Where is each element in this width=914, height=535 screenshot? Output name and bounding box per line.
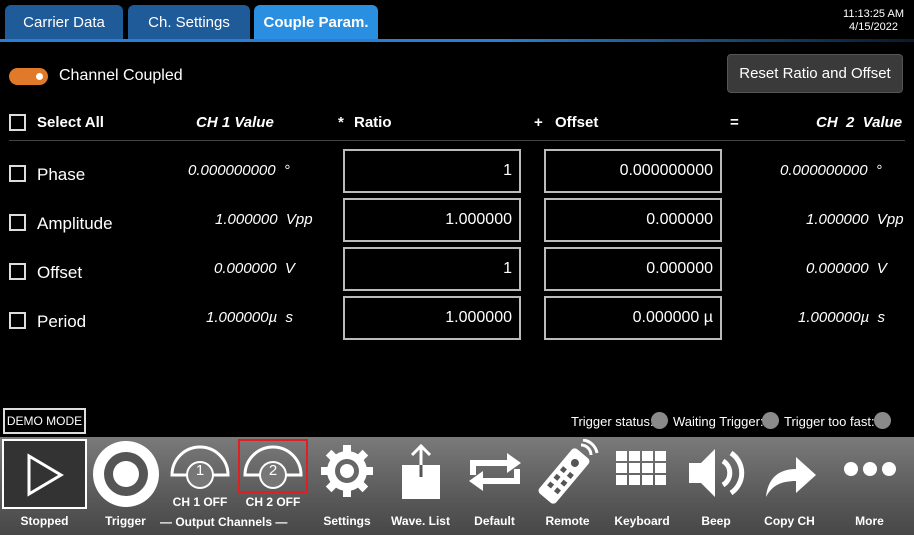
amplitude-offset-input[interactable]: 0.000000 <box>544 198 722 242</box>
default-label: Default <box>474 514 515 528</box>
tab-underline <box>0 39 914 42</box>
play-icon <box>27 453 64 497</box>
ch2-off-label: CH 2 OFF <box>245 495 301 509</box>
trigger-label: Trigger <box>105 514 146 528</box>
equals-sign: = <box>730 114 739 131</box>
amplitude-label: Amplitude <box>37 214 113 233</box>
trigger-too-fast-label: Trigger too fast: <box>784 414 875 429</box>
share-arrow-icon <box>765 457 816 497</box>
waiting-trigger-label: Waiting Trigger: <box>673 414 764 429</box>
offset-label: Offset <box>37 263 83 282</box>
reset-ratio-offset-button[interactable]: Reset Ratio and Offset <box>727 54 903 93</box>
trigger-status-led <box>651 412 668 429</box>
beep-button[interactable]: Beep <box>680 437 752 535</box>
period-checkbox[interactable] <box>9 312 26 329</box>
plus-sign: + <box>534 114 543 131</box>
period-label: Period <box>37 312 87 331</box>
phase-ratio-input[interactable]: 1 <box>343 149 521 193</box>
offset-ch1-value: 0.000000 V <box>214 260 295 277</box>
amplitude-ch1-value: 1.000000 Vpp <box>215 211 313 228</box>
channel-coupled-label: Channel Coupled <box>59 67 183 84</box>
offset-ch2-value: 0.000000 V <box>806 260 887 277</box>
select-all-checkbox[interactable] <box>9 114 26 131</box>
output-channels-label: — Output Channels — <box>160 515 288 529</box>
remote-button[interactable]: Remote <box>531 437 604 535</box>
trigger-icon <box>92 441 159 507</box>
offset-ratio-input[interactable]: 1 <box>343 247 521 291</box>
amplitude-ratio-input[interactable]: 1.000000 <box>343 198 521 242</box>
ratio-header: Ratio <box>354 114 392 131</box>
copy-ch-button[interactable]: Copy CH <box>753 437 826 535</box>
multiply-sign: * <box>338 114 344 131</box>
channel-coupled-toggle[interactable] <box>9 68 48 85</box>
gear-icon <box>321 445 373 497</box>
stopped-button[interactable]: Stopped <box>0 437 89 535</box>
trigger-button[interactable]: Trigger <box>89 437 162 535</box>
toggle-knob <box>36 73 43 80</box>
settings-button[interactable]: Settings <box>311 437 383 535</box>
phase-checkbox[interactable] <box>9 165 26 182</box>
ch2-value-header: CH 2 Value <box>816 114 903 131</box>
tab-ch-settings[interactable]: Ch. Settings <box>128 5 250 39</box>
phase-offset-input[interactable]: 0.000000000 <box>544 149 722 193</box>
period-ch1-value: 1.000000µ s <box>206 309 294 326</box>
refresh-icon <box>468 453 521 491</box>
phase-ch1-value: 0.000000000 ° <box>188 162 290 179</box>
clock-date: 4/15/2022 <box>849 21 898 33</box>
settings-label: Settings <box>323 514 371 528</box>
tab-bar: Carrier Data Ch. Settings Couple Param. … <box>0 0 914 42</box>
offset-offset-input[interactable]: 0.000000 <box>544 247 722 291</box>
remote-label: Remote <box>545 514 590 528</box>
ch1-number: 1 <box>195 462 205 479</box>
tab-carrier-data[interactable]: Carrier Data <box>5 5 123 39</box>
amplitude-checkbox[interactable] <box>9 214 26 231</box>
bottom-toolbar: Stopped Trigger 1 CH 1 OFF 2 CH 2 OFF Se… <box>0 437 914 535</box>
demo-mode-badge: DEMO MODE <box>3 408 86 434</box>
waiting-trigger-led <box>762 412 779 429</box>
more-button[interactable]: More <box>833 437 906 535</box>
phase-label: Phase <box>37 165 86 184</box>
header-divider <box>9 140 905 141</box>
offset-checkbox[interactable] <box>9 263 26 280</box>
period-offset-input[interactable]: 0.000000 µ <box>544 296 722 340</box>
speaker-icon <box>689 449 745 497</box>
more-label: More <box>855 514 884 528</box>
trigger-status-label: Trigger status: <box>571 414 654 429</box>
stopped-label: Stopped <box>20 514 69 528</box>
copy-ch-label: Copy CH <box>764 514 815 528</box>
clock-time: 11:13:25 AM <box>843 8 904 20</box>
amplitude-ch2-value: 1.000000 Vpp <box>806 211 904 228</box>
ch1-value-header: CH 1 Value <box>196 114 274 131</box>
remote-control-icon <box>538 439 598 504</box>
keyboard-label: Keyboard <box>614 514 670 528</box>
offset-header: Offset <box>555 114 599 131</box>
trigger-too-fast-led <box>874 412 891 429</box>
upload-icon <box>401 443 440 499</box>
keyboard-icon <box>616 451 666 485</box>
more-dots-icon <box>843 462 896 476</box>
ch2-selection-highlight <box>238 439 308 493</box>
wave-list-button[interactable]: Wave. List <box>384 437 457 535</box>
phase-ch2-value: 0.000000000 ° <box>780 162 882 179</box>
period-ratio-input[interactable]: 1.000000 <box>343 296 521 340</box>
clock: 11:13:25 AM 4/15/2022 <box>843 8 904 34</box>
ch1-off-label: CH 1 OFF <box>172 495 228 509</box>
period-ch2-value: 1.000000µ s <box>798 309 886 326</box>
keyboard-button[interactable]: Keyboard <box>604 437 680 535</box>
select-all-label: Select All <box>37 114 104 131</box>
default-button[interactable]: Default <box>458 437 531 535</box>
wave-list-label: Wave. List <box>391 514 450 528</box>
tab-couple-param[interactable]: Couple Param. <box>254 5 378 39</box>
beep-label: Beep <box>701 514 731 528</box>
